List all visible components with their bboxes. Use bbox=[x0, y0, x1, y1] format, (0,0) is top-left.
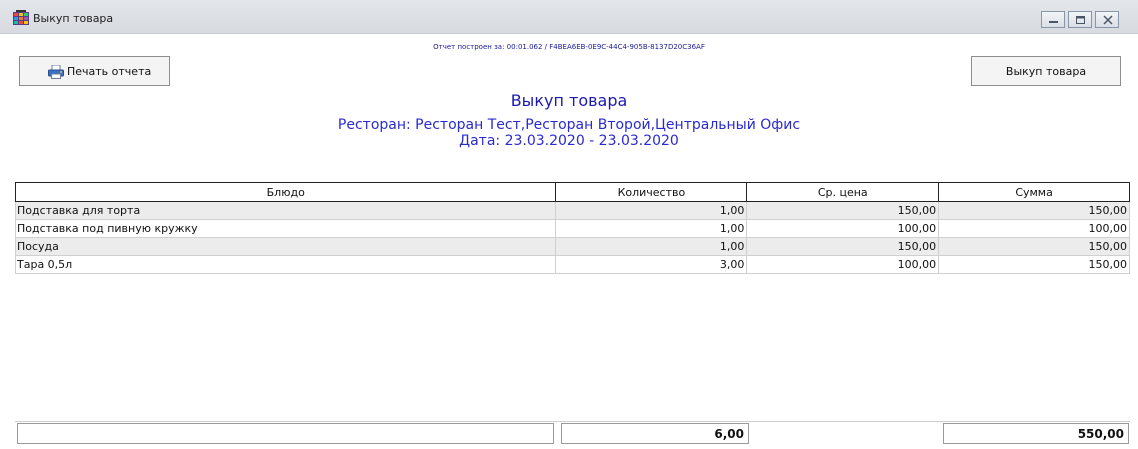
column-header-quantity[interactable]: Количество bbox=[555, 182, 748, 202]
cell-avg-price: 150,00 bbox=[746, 201, 940, 220]
cell-quantity: 1,00 bbox=[555, 219, 748, 238]
cell-quantity: 1,00 bbox=[555, 237, 748, 256]
close-button[interactable] bbox=[1095, 11, 1119, 28]
minimize-button[interactable] bbox=[1041, 11, 1065, 28]
report-table: Блюдо Количество Ср. цена Сумма Подставк… bbox=[14, 182, 1130, 274]
close-icon bbox=[1103, 15, 1113, 25]
table-header-row: Блюдо Количество Ср. цена Сумма bbox=[14, 182, 1130, 202]
cell-sum: 150,00 bbox=[938, 237, 1130, 256]
column-header-dish[interactable]: Блюдо bbox=[14, 182, 557, 202]
report-title: Выкуп товара bbox=[510, 91, 628, 110]
table-row[interactable]: Подставка для торта 1,00 150,00 150,00 bbox=[14, 201, 1130, 220]
grid-app-icon bbox=[13, 10, 29, 25]
restaurant-filter: Ресторан: Ресторан Тест,Ресторан Второй,… bbox=[337, 117, 801, 133]
minimize-icon bbox=[1049, 21, 1058, 23]
print-report-button[interactable]: Печать отчета bbox=[19, 56, 170, 86]
column-header-sum[interactable]: Сумма bbox=[938, 182, 1130, 202]
cell-sum: 150,00 bbox=[938, 255, 1130, 274]
cell-avg-price: 100,00 bbox=[746, 219, 940, 238]
title-bar[interactable]: Выкуп товара bbox=[0, 0, 1138, 34]
footer-divider bbox=[15, 421, 1130, 422]
table-row[interactable]: Посуда 1,00 150,00 150,00 bbox=[14, 237, 1130, 256]
buyout-label: Выкуп товара bbox=[1005, 65, 1087, 78]
printer-icon bbox=[48, 65, 64, 79]
maximize-icon bbox=[1076, 16, 1085, 24]
cell-dish: Тара 0,5л bbox=[14, 255, 557, 274]
print-report-label: Печать отчета bbox=[67, 65, 152, 78]
cell-avg-price: 150,00 bbox=[746, 237, 940, 256]
report-header: Ресторан: Ресторан Тест,Ресторан Второй,… bbox=[0, 117, 1138, 149]
total-quantity: 6,00 bbox=[561, 423, 749, 444]
table-row[interactable]: Тара 0,5л 3,00 100,00 150,00 bbox=[14, 255, 1130, 274]
date-range: Дата: 23.03.2020 - 23.03.2020 bbox=[459, 133, 679, 149]
cell-quantity: 3,00 bbox=[555, 255, 748, 274]
cell-sum: 150,00 bbox=[938, 201, 1130, 220]
total-label-cell bbox=[17, 423, 554, 444]
window-title: Выкуп товара bbox=[33, 12, 114, 25]
column-header-avg-price[interactable]: Ср. цена bbox=[746, 182, 940, 202]
cell-quantity: 1,00 bbox=[555, 201, 748, 220]
total-sum: 550,00 bbox=[943, 423, 1129, 444]
build-info: Отчет построен за: 00:01.062 / F4BEA6EB-… bbox=[433, 43, 705, 51]
cell-dish: Подставка для торта bbox=[14, 201, 557, 220]
buyout-button[interactable]: Выкуп товара bbox=[971, 56, 1121, 86]
cell-avg-price: 100,00 bbox=[746, 255, 940, 274]
cell-sum: 100,00 bbox=[938, 219, 1130, 238]
table-row[interactable]: Подставка под пивную кружку 1,00 100,00 … bbox=[14, 219, 1130, 238]
report-window: Выкуп товара Отчет построен за: 00:01.06… bbox=[0, 0, 1138, 449]
cell-dish: Подставка под пивную кружку bbox=[14, 219, 557, 238]
cell-dish: Посуда bbox=[14, 237, 557, 256]
maximize-button[interactable] bbox=[1068, 11, 1092, 28]
